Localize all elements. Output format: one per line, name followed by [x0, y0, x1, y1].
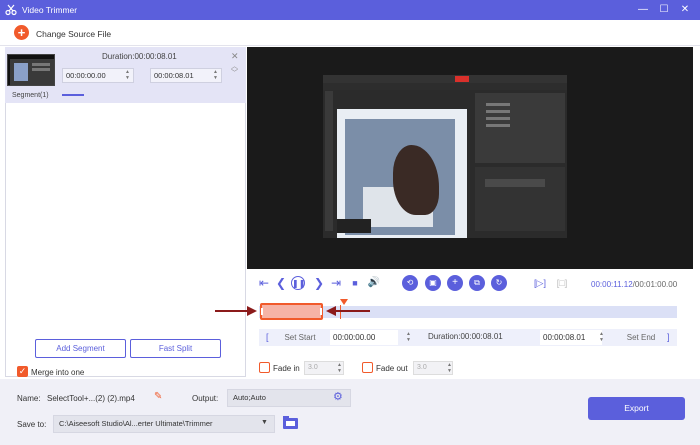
- title-bar: Video Trimmer: [0, 0, 700, 20]
- jump-end-icon[interactable]: [□]: [555, 276, 569, 290]
- previous-frame-icon[interactable]: ❮: [274, 276, 288, 290]
- fade-in-checkbox[interactable]: [259, 362, 270, 373]
- maximize-button[interactable]: ☐: [657, 3, 671, 17]
- time-display: 00:00:11.12/00:01:00.00: [591, 280, 677, 289]
- left-bracket-icon: [: [266, 332, 269, 342]
- segment-label: Segment(1): [12, 92, 49, 99]
- loop-icon[interactable]: ⟲: [402, 275, 418, 291]
- start-time-spin[interactable]: ▲ ▼: [405, 331, 412, 344]
- annotation-arrow-left: [215, 310, 251, 312]
- settings-gear-icon[interactable]: ⚙: [333, 390, 343, 403]
- save-to-label: Save to:: [17, 420, 47, 429]
- fade-out-checkbox[interactable]: [362, 362, 373, 373]
- total-time: /00:01:00.00: [632, 280, 678, 289]
- add-segment-button[interactable]: Add Segment: [35, 339, 126, 358]
- segment-duration: Duration:00:00:08.01: [102, 52, 177, 61]
- set-end-button[interactable]: Set End: [618, 330, 664, 345]
- start-time-stepper[interactable]: ▲ ▼: [124, 69, 131, 82]
- annotation-arrowhead-right: [326, 306, 336, 316]
- app-logo-icon: [5, 4, 17, 16]
- playhead[interactable]: [340, 299, 348, 305]
- start-time-field[interactable]: 00:00:00.00: [330, 330, 398, 345]
- merge-checkbox[interactable]: [17, 366, 28, 377]
- edit-name-icon[interactable]: ✎: [154, 391, 162, 402]
- export-button[interactable]: Export: [588, 397, 685, 420]
- jump-start-icon[interactable]: [▷]: [533, 276, 547, 290]
- save-path-field[interactable]: C:\Aiseesoft Studio\Al...erter Ultimate\…: [53, 415, 275, 433]
- duration-display: Duration:00:00:08.01: [428, 332, 503, 341]
- video-frame: [323, 75, 567, 238]
- right-bracket-icon: ]: [667, 332, 670, 342]
- name-label: Name:: [17, 394, 41, 403]
- pause-icon[interactable]: ❚❚: [291, 276, 305, 290]
- fade-out-stepper[interactable]: ▲ ▼: [446, 362, 453, 375]
- fade-out-label: Fade out: [376, 364, 408, 373]
- copy-icon[interactable]: ⧉: [469, 275, 485, 291]
- add-source-icon[interactable]: +: [14, 25, 29, 40]
- segment-thumbnail: [7, 54, 55, 86]
- chevron-down-icon[interactable]: ▼: [261, 419, 268, 426]
- current-time: 00:00:11.12: [591, 280, 633, 289]
- set-start-button[interactable]: Set Start: [276, 330, 324, 345]
- folder-icon[interactable]: [283, 416, 298, 429]
- file-name: SelectTool+...(2) (2).mp4: [47, 394, 135, 403]
- end-time-spin[interactable]: ▲ ▼: [598, 331, 605, 344]
- segment-progress-bar: [62, 94, 84, 96]
- window-title: Video Trimmer: [22, 5, 78, 15]
- add-icon[interactable]: +: [447, 275, 463, 291]
- fade-in-label: Fade in: [273, 364, 300, 373]
- annotation-arrowhead-left: [247, 306, 257, 316]
- end-time-field[interactable]: 00:00:08.01: [540, 330, 602, 345]
- snapshot-icon[interactable]: ▣: [425, 275, 441, 291]
- output-label: Output:: [192, 394, 219, 403]
- skip-to-end-icon[interactable]: ⇥: [329, 276, 343, 290]
- move-down-icon[interactable]: ﹀: [231, 68, 238, 78]
- timeline-selection[interactable]: [260, 303, 323, 320]
- change-source-file-button[interactable]: Change Source File: [36, 29, 111, 39]
- fast-split-button[interactable]: Fast Split: [130, 339, 221, 358]
- reset-icon[interactable]: ↻: [491, 275, 507, 291]
- fade-in-stepper[interactable]: ▲ ▼: [336, 362, 343, 375]
- minimize-button[interactable]: —: [636, 3, 650, 17]
- next-frame-icon[interactable]: ❯: [312, 276, 326, 290]
- end-time-stepper[interactable]: ▲ ▼: [212, 69, 219, 82]
- close-button[interactable]: ✕: [678, 3, 692, 17]
- skip-to-start-icon[interactable]: ⇤: [257, 276, 271, 290]
- annotation-arrow-right: [336, 310, 370, 312]
- volume-icon[interactable]: 🔊: [367, 276, 381, 290]
- playhead-line: [340, 305, 341, 319]
- merge-label: Merge into one: [31, 368, 85, 377]
- stop-icon[interactable]: ■: [348, 276, 362, 290]
